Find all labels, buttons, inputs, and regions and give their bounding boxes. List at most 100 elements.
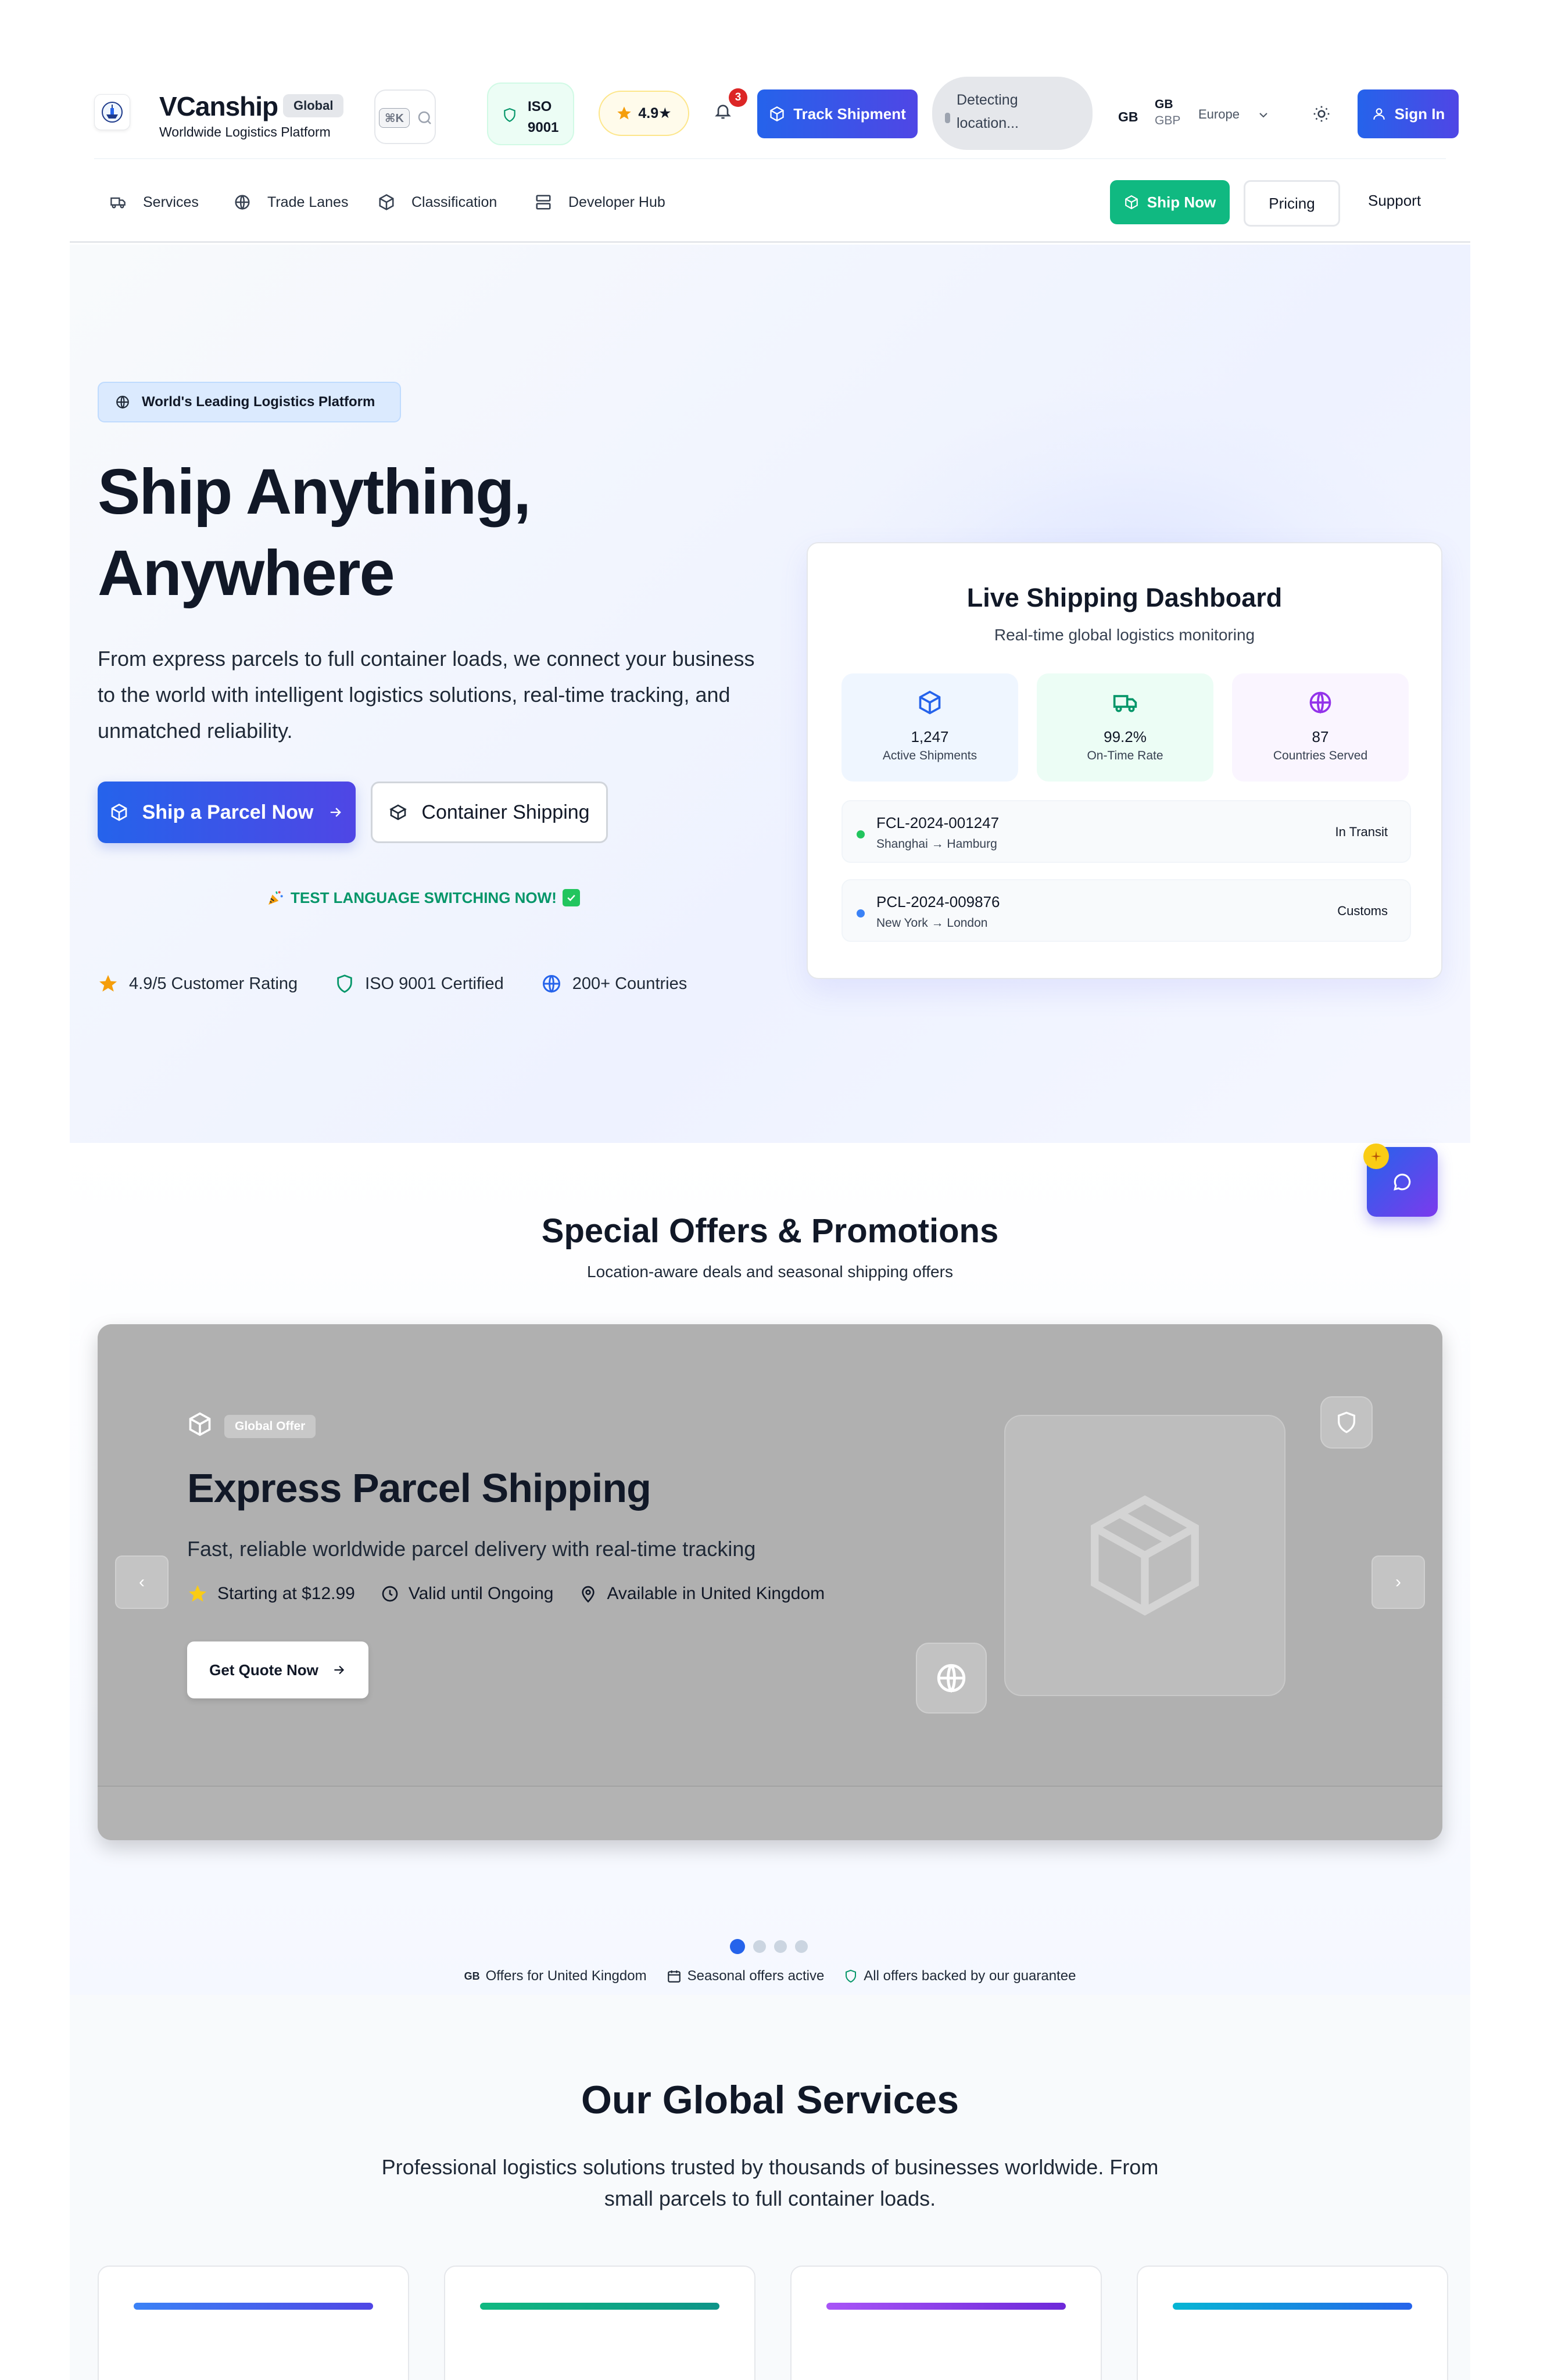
language-selector[interactable]: GB: [1118, 109, 1138, 125]
service-accent-bar: [826, 2303, 1066, 2310]
sign-in-button[interactable]: Sign In: [1358, 89, 1459, 138]
map-pin-icon: [582, 1586, 595, 1603]
truck-icon: [110, 197, 126, 209]
sun-icon[interactable]: [1312, 105, 1331, 123]
carousel-dot-2[interactable]: [753, 1940, 766, 1953]
nav-item-services[interactable]: Services: [109, 191, 199, 214]
box-icon: [1091, 1495, 1199, 1616]
search-shortcut: ⌘K: [379, 108, 410, 128]
box-icon: [1125, 195, 1138, 210]
shipment-id: PCL-2024-009876: [876, 893, 1000, 911]
brand-subtitle: Worldwide Logistics Platform: [159, 124, 331, 139]
main-nav: Services Trade Lanes Classification Deve…: [70, 162, 1470, 243]
carousel-dot-3[interactable]: [774, 1940, 787, 1953]
bell-icon[interactable]: [714, 101, 732, 121]
offers-carousel: Global Offer Express Parcel Shipping Fas…: [98, 1324, 1442, 1840]
hero-description: From express parcels to full container l…: [98, 647, 755, 743]
calendar-icon: [667, 1970, 681, 1983]
box-icon: [770, 106, 784, 122]
pricing-button[interactable]: Pricing: [1244, 180, 1340, 227]
offer-price: Starting at $12.99: [187, 1583, 355, 1604]
ship-now-label: Ship Now: [1147, 193, 1216, 211]
currency-flag[interactable]: GB: [1155, 98, 1173, 112]
offer-description: Fast, reliable worldwide parcel delivery…: [187, 1537, 756, 1561]
get-quote-button[interactable]: Get Quote Now: [187, 1641, 368, 1698]
header-divider: [94, 158, 1446, 159]
star-icon: [617, 106, 632, 120]
service-card[interactable]: [1137, 2266, 1448, 2380]
trust-rating-label: 4.9/5 Customer Rating: [129, 974, 298, 993]
service-card[interactable]: [790, 2266, 1102, 2380]
shield-icon: [846, 1969, 857, 1983]
star-icon: [99, 975, 117, 992]
location-status: Detecting location...: [957, 92, 1019, 131]
floating-globe: [916, 1643, 987, 1714]
service-accent-bar: [134, 2303, 373, 2310]
dashboard-title: Live Shipping Dashboard: [966, 583, 1283, 612]
brand-logo[interactable]: [94, 94, 130, 130]
trust-iso-label: ISO 9001 Certified: [365, 974, 504, 993]
ship-parcel-button[interactable]: Ship a Parcel Now: [98, 782, 356, 843]
region-selector[interactable]: Europe: [1198, 107, 1240, 122]
shipment-status: Customs: [1337, 904, 1388, 918]
nav-item-trade-lanes[interactable]: Trade Lanes: [234, 191, 348, 214]
search-button[interactable]: ⌘K: [374, 89, 436, 144]
user-icon: [1373, 108, 1385, 120]
test-banner-label: TEST LANGUAGE SWITCHING NOW!: [291, 888, 557, 906]
carousel-next-button[interactable]: ›: [1371, 1555, 1425, 1609]
container-shipping-button[interactable]: Container Shipping: [371, 782, 608, 843]
stat-active-shipments: 1,247 Active Shipments: [841, 673, 1018, 782]
box-icon: [379, 194, 394, 210]
offer-title: Express Parcel Shipping: [187, 1465, 651, 1511]
nav-item-developer-hub[interactable]: Developer Hub: [535, 191, 665, 214]
carousel-prev-button[interactable]: ‹: [115, 1555, 169, 1609]
nav-label-developer-hub: Developer Hub: [568, 193, 665, 210]
support-link[interactable]: Support: [1368, 192, 1421, 210]
offers-guarantee-label: All offers backed by our guarantee: [864, 1968, 1076, 1984]
hero-badge: World's Leading Logistics Platform: [98, 382, 401, 422]
iso-label: ISO 9001: [528, 99, 559, 135]
arrow-right-icon: [331, 808, 342, 817]
stat-on-time-rate: 99.2% On-Time Rate: [1037, 673, 1213, 782]
globe-icon: [542, 975, 560, 993]
service-card[interactable]: [444, 2266, 755, 2380]
offers-guarantee: All offers backed by our guarantee: [844, 1968, 1076, 1984]
brand-name[interactable]: VCanship: [159, 91, 278, 122]
shipment-row[interactable]: PCL-2024-009876 New York → London Custom…: [841, 879, 1411, 942]
service-card[interactable]: [98, 2266, 409, 2380]
track-shipment-button[interactable]: Track Shipment: [757, 89, 918, 138]
region-flag: GB: [464, 1970, 480, 1982]
shipment-route: New York → London: [876, 916, 988, 930]
test-language-banner: TEST LANGUAGE SWITCHING NOW!: [266, 888, 580, 907]
trust-countries: 200+ Countries: [541, 972, 687, 995]
offer-meta: Starting at $12.99 Valid until Ongoing A…: [187, 1583, 825, 1604]
offers-region-label: Offers for United Kingdom: [485, 1968, 647, 1984]
offers-footer: GB Offers for United Kingdom Seasonal of…: [70, 1968, 1470, 1984]
carousel-dot-4[interactable]: [795, 1940, 808, 1953]
ship-logo-icon: [102, 102, 123, 123]
nav-item-classification[interactable]: Classification: [378, 191, 497, 214]
currency-code[interactable]: GBP: [1155, 114, 1180, 128]
truck-icon: [1113, 695, 1137, 712]
offers-seasonal-label: Seasonal offers active: [687, 1968, 825, 1984]
offer-validity: Valid until Ongoing: [381, 1583, 553, 1604]
offer-badge: Global Offer: [224, 1415, 316, 1438]
party-icon: [268, 891, 283, 905]
sign-in-label: Sign In: [1394, 105, 1445, 123]
sparkle-icon: [1363, 1144, 1389, 1169]
offer-slide: Global Offer Express Parcel Shipping Fas…: [98, 1324, 1442, 1787]
location-detector[interactable]: Detecting location...: [932, 77, 1093, 150]
track-shipment-label: Track Shipment: [793, 105, 906, 123]
loading-indicator: [945, 113, 950, 123]
arrow-right-icon: [334, 1665, 345, 1675]
chevron-down-icon[interactable]: [1256, 108, 1270, 122]
offers-section: Special Offers & Promotions Location-awa…: [70, 1143, 1470, 1995]
iso-badge: ISO 9001: [487, 83, 574, 145]
hero-badge-label: World's Leading Logistics Platform: [142, 394, 375, 410]
ship-now-button[interactable]: Ship Now: [1110, 180, 1230, 224]
carousel-dot-1[interactable]: [730, 1939, 745, 1954]
notification-count: 3: [729, 88, 747, 107]
trust-rating: 4.9/5 Customer Rating: [98, 972, 298, 995]
shipment-row[interactable]: FCL-2024-001247 Shanghai → Hamburg In Tr…: [841, 800, 1411, 863]
star-icon: [189, 1585, 206, 1602]
